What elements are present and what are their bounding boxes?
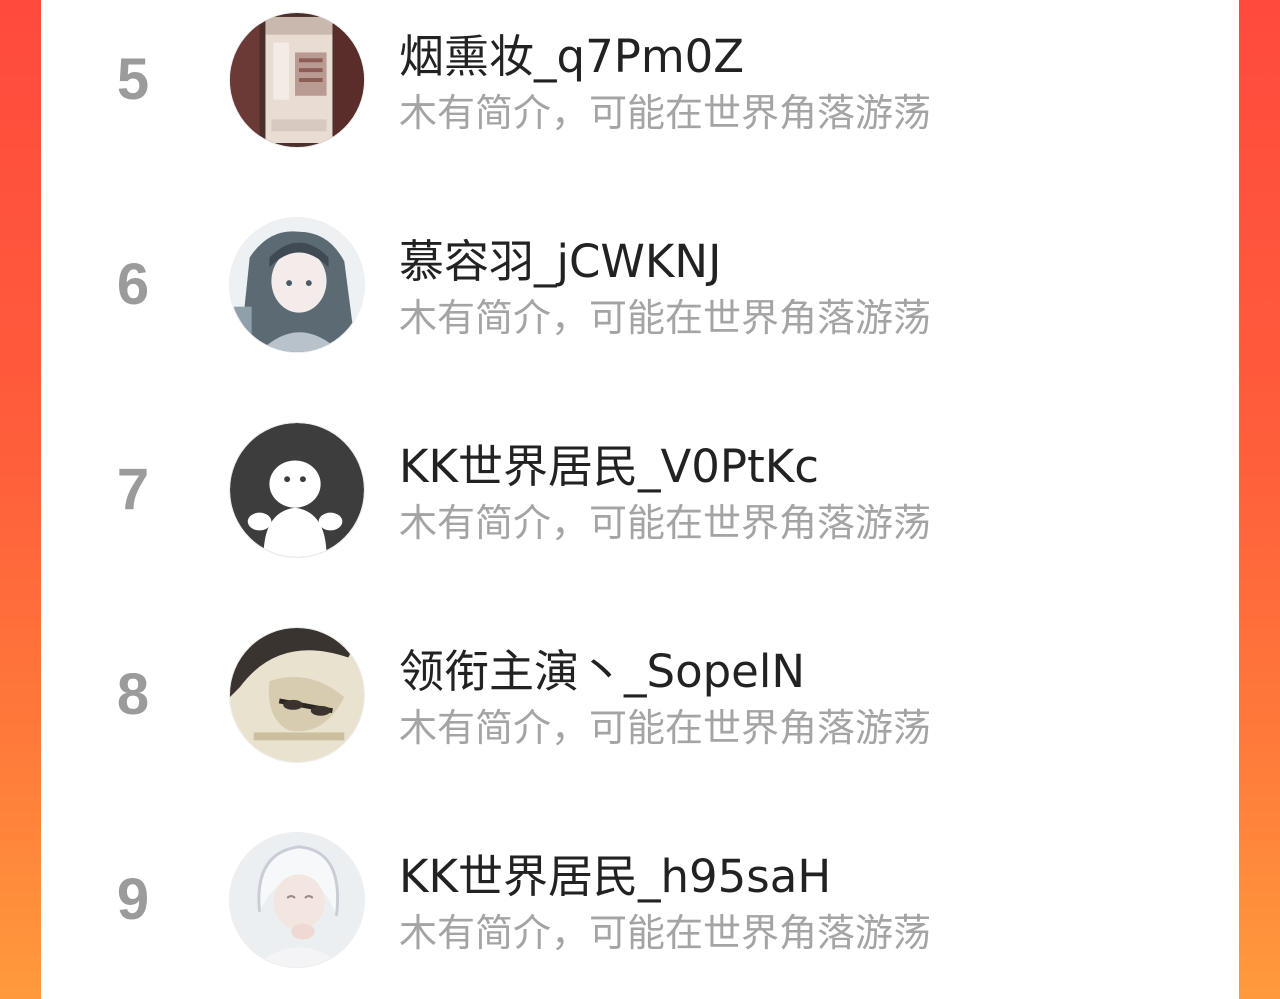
avatar[interactable] (229, 217, 365, 353)
avatar[interactable] (229, 422, 365, 558)
avatar[interactable] (229, 832, 365, 968)
username[interactable]: 慕容羽_jCWKNJ (399, 235, 721, 289)
user-bio: 木有简介，可能在世界角落游荡 (399, 296, 932, 340)
ranking-row[interactable]: 7 KK世界居民_V0PtKc 木有简介，可能在世界角落游荡 (41, 422, 1239, 627)
ranking-row[interactable]: 6 慕容羽_jCWKNJ 木有简介，可能在世界角落游荡 (41, 217, 1239, 422)
ranking-row[interactable]: 8 领衔主演丶_SopelN 木有简介，可能在世界角落游荡 (41, 627, 1239, 832)
ranking-row[interactable]: 9 KK世界居民_h95saH 木有简介，可能在世界角落游荡 (41, 832, 1239, 999)
username[interactable]: KK世界居民_V0PtKc (399, 440, 819, 494)
rank-number: 8 (116, 662, 150, 727)
username[interactable]: 领衔主演丶_SopelN (399, 645, 805, 699)
user-bio: 木有简介，可能在世界角落游荡 (399, 501, 932, 545)
avatar[interactable] (229, 627, 365, 763)
avatar[interactable] (229, 12, 365, 148)
product-bottle-avatar-image (230, 13, 364, 147)
default-ghost-avatar-icon (230, 423, 364, 557)
username[interactable]: KK世界居民_h95saH (399, 850, 831, 904)
anime-girl-avatar-image (230, 218, 364, 352)
user-bio: 木有简介，可能在世界角落游荡 (399, 911, 932, 955)
rank-number: 6 (116, 252, 150, 317)
user-bio: 木有简介，可能在世界角落游荡 (399, 706, 932, 750)
rank-number: 5 (116, 47, 150, 112)
ranking-row[interactable]: 5 烟熏妆_q7Pm0Z 木有简介，可能在世界角落游荡 (41, 12, 1239, 217)
rank-number: 7 (116, 457, 150, 522)
sepia-portrait-avatar-image (230, 628, 364, 762)
ranking-list-panel: 5 烟熏妆_q7Pm0Z 木有简介，可能在世界角落游荡 6 慕容羽_jCWKNJ… (41, 0, 1239, 999)
user-bio: 木有简介，可能在世界角落游荡 (399, 91, 932, 135)
white-haired-anime-avatar-image (230, 833, 364, 967)
rank-number: 9 (116, 867, 150, 932)
username[interactable]: 烟熏妆_q7Pm0Z (399, 30, 744, 84)
